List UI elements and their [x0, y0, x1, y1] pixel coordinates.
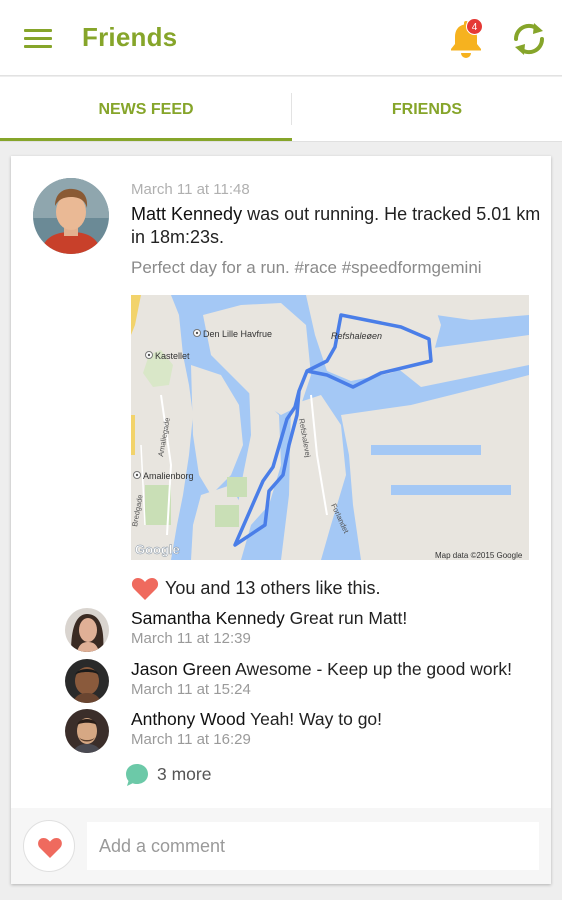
- notification-count-badge: 4: [466, 18, 483, 35]
- likes-summary: You and 13 others like this.: [165, 578, 381, 598]
- commenter-avatar[interactable]: [65, 608, 109, 652]
- comment-item: Jason Green Awesome - Keep up the good w…: [65, 659, 545, 707]
- refresh-icon: [513, 23, 545, 55]
- commenter-name[interactable]: Anthony Wood: [131, 709, 245, 729]
- app-bar: Friends 4: [0, 0, 562, 76]
- author-avatar[interactable]: [33, 178, 109, 254]
- map-label-den-lille-havfrue: Den Lille Havfrue: [203, 329, 272, 339]
- refresh-button[interactable]: [508, 18, 550, 60]
- route-map[interactable]: Den Lille Havfrue Kastellet Amalienborg …: [131, 295, 529, 560]
- comment-timestamp: March 11 at 16:29: [131, 731, 251, 748]
- post-author-name[interactable]: Matt Kennedy: [131, 204, 242, 224]
- comment-bubble-icon: [126, 764, 148, 786]
- map-label-refshaleoen: Refshaleøen: [331, 331, 382, 341]
- tab-friends[interactable]: FRIENDS: [292, 77, 562, 142]
- comment-timestamp: March 11 at 12:39: [131, 630, 251, 647]
- commenter-name[interactable]: Jason Green: [131, 659, 231, 679]
- comment-text: Yeah! Way to go!: [245, 709, 383, 729]
- comment-text: Great run Matt!: [284, 608, 408, 628]
- map-label-amalienborg: Amalienborg: [143, 471, 194, 481]
- map-label-kastellet: Kastellet: [155, 351, 190, 361]
- commenter-avatar[interactable]: [65, 659, 109, 703]
- more-comments-link[interactable]: 3 more: [125, 762, 265, 788]
- map-google-logo: Google: [135, 542, 180, 557]
- commenter-avatar[interactable]: [65, 709, 109, 753]
- like-button[interactable]: [23, 820, 75, 872]
- page-title: Friends: [82, 22, 178, 52]
- post-caption: Perfect day for a run. #race #speedformg…: [131, 258, 482, 277]
- menu-icon[interactable]: [22, 24, 56, 54]
- likes-row: You and 13 others like this.: [131, 576, 541, 602]
- comment-text: Awesome - Keep up the good work!: [231, 659, 513, 679]
- tab-news-feed[interactable]: NEWS FEED: [0, 77, 292, 142]
- comment-item: Anthony Wood Yeah! Way to go! March 11 a…: [65, 709, 545, 757]
- comment-composer: [11, 808, 551, 884]
- comment-timestamp: March 11 at 15:24: [131, 681, 251, 698]
- tab-selected-indicator: [0, 138, 292, 141]
- more-comments-label: 3 more: [157, 764, 212, 784]
- comment-body: Anthony Wood Yeah! Way to go!: [131, 709, 382, 730]
- post-timestamp: March 11 at 11:48: [131, 181, 250, 198]
- map-copyright: Map data ©2015 Google: [435, 551, 523, 560]
- heart-icon: [38, 838, 62, 858]
- heart-icon[interactable]: [131, 577, 159, 601]
- tab-bar: NEWS FEED FRIENDS: [0, 77, 562, 142]
- comment-body: Jason Green Awesome - Keep up the good w…: [131, 659, 512, 680]
- comment-item: Samantha Kennedy Great run Matt! March 1…: [65, 608, 545, 656]
- comment-body: Samantha Kennedy Great run Matt!: [131, 608, 407, 629]
- post-activity: Matt Kennedy was out running. He tracked…: [131, 203, 541, 249]
- commenter-name[interactable]: Samantha Kennedy: [131, 608, 285, 628]
- feed-post-card: March 11 at 11:48 Matt Kennedy was out r…: [11, 156, 551, 884]
- comment-input[interactable]: [87, 822, 539, 870]
